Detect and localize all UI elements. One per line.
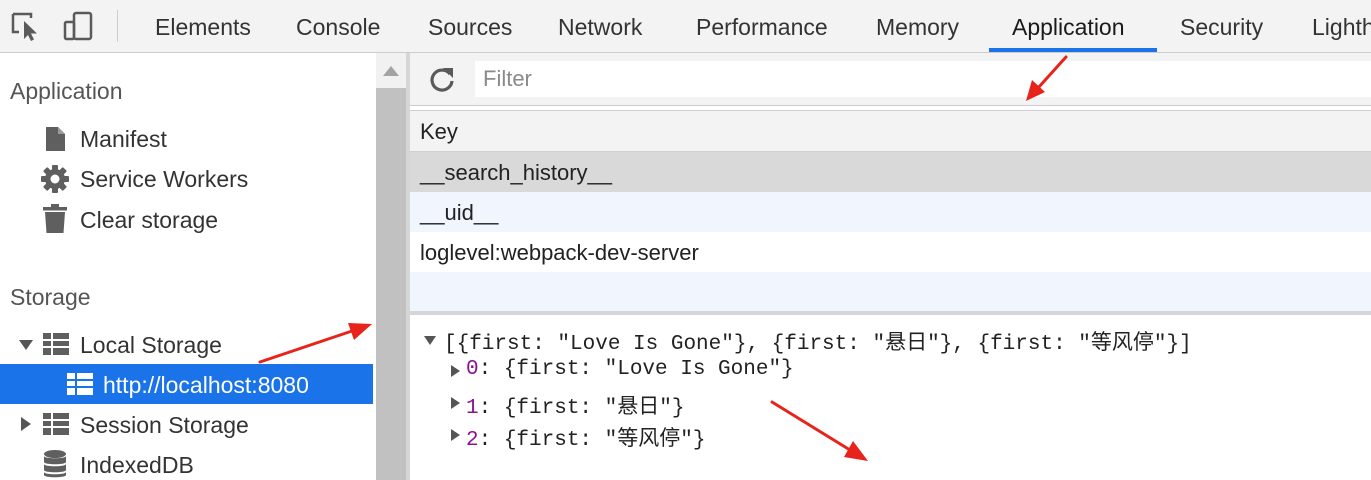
tab-application[interactable]: Application [1012, 0, 1125, 52]
entry-index: 1 [466, 397, 479, 420]
expand-arrow-icon[interactable] [451, 397, 460, 409]
table-empty-row [410, 272, 1371, 312]
entry-index: 0 [466, 358, 479, 381]
expand-arrow-icon[interactable] [451, 429, 460, 441]
active-tab-indicator [989, 48, 1157, 52]
section-title-application: Application [10, 78, 123, 104]
database-icon [44, 450, 66, 478]
devtools-toolbar: Elements Console Sources Network Perform… [0, 0, 1371, 53]
application-sidebar: Application Manifest Service Workers Cle… [0, 53, 376, 480]
storage-key-table: Key __search_history__ __uid__ loglevel:… [410, 110, 1371, 312]
sidebar-item-label: http://localhost:8080 [103, 372, 309, 398]
tab-console[interactable]: Console [296, 0, 380, 52]
file-icon [46, 127, 65, 151]
preview-entry[interactable]: 2: {first: "等风停"} [466, 422, 705, 452]
scrollbar-thumb[interactable] [376, 88, 406, 480]
sidebar-item-manifest[interactable]: Manifest [0, 118, 373, 158]
tab-lighthouse[interactable]: Lighth [1312, 0, 1371, 52]
table-row[interactable]: loglevel:webpack-dev-server [410, 232, 1371, 272]
sidebar-item-label: IndexedDB [80, 452, 194, 478]
gear-icon [41, 165, 69, 193]
storage-toolbar [410, 53, 1371, 106]
entry-index: 2 [466, 429, 479, 452]
refresh-icon[interactable] [428, 65, 456, 93]
tab-network[interactable]: Network [558, 0, 642, 52]
cursor-select-icon[interactable] [10, 10, 44, 42]
sidebar-item-local-storage[interactable]: Local Storage [0, 324, 373, 364]
table-cell-key: __uid__ [420, 200, 499, 225]
sidebar-item-localhost-8080[interactable]: http://localhost:8080 [0, 364, 373, 404]
preview-entry[interactable]: 1: {first: "悬日"} [466, 390, 684, 420]
table-row[interactable]: __uid__ [410, 192, 1371, 232]
column-header-key[interactable]: Key [410, 111, 1371, 152]
scroll-up-arrow-icon[interactable] [383, 66, 399, 76]
tab-performance[interactable]: Performance [696, 0, 828, 52]
preview-summary[interactable]: [{first: "Love Is Gone"}, {first: "悬日"},… [444, 326, 1192, 356]
sidebar-item-label: Session Storage [80, 412, 249, 438]
trash-icon [43, 204, 67, 233]
value-preview: [{first: "Love Is Gone"}, {first: "悬日"},… [410, 315, 1371, 480]
sidebar-item-session-storage[interactable]: Session Storage [0, 404, 373, 444]
sidebar-item-label: Clear storage [80, 207, 219, 233]
tab-memory[interactable]: Memory [876, 0, 959, 52]
entry-value: : {first: "悬日"} [478, 397, 685, 420]
filter-input[interactable] [475, 61, 1371, 97]
sidebar-item-label: Manifest [80, 126, 167, 152]
sidebar-item-service-workers[interactable]: Service Workers [0, 158, 373, 198]
sidebar-item-clear-storage[interactable]: Clear storage [0, 199, 373, 239]
tab-sources[interactable]: Sources [428, 0, 512, 52]
sidebar-item-label: Service Workers [80, 166, 249, 192]
tab-elements[interactable]: Elements [155, 0, 251, 52]
sidebar-scrollbar[interactable] [376, 53, 406, 480]
entry-value: : {first: "等风停"} [478, 429, 706, 452]
preview-entry[interactable]: 0: {first: "Love Is Gone"} [466, 358, 794, 381]
collapse-arrow-icon[interactable] [424, 336, 436, 345]
section-title-storage: Storage [10, 284, 91, 310]
grid-icon [67, 373, 93, 395]
table-cell-key: loglevel:webpack-dev-server [420, 240, 699, 265]
grid-icon [43, 333, 69, 355]
table-row[interactable]: __search_history__ [410, 152, 1371, 192]
entry-value: : {first: "Love Is Gone"} [478, 358, 794, 381]
table-cell-key: __search_history__ [420, 160, 613, 185]
expand-arrow-icon[interactable] [451, 365, 460, 377]
sidebar-item-indexeddb[interactable]: IndexedDB [0, 444, 373, 480]
toolbar-separator [117, 10, 118, 42]
sidebar-item-label: Local Storage [80, 332, 222, 358]
column-header-label: Key [420, 119, 458, 144]
device-toolbar-icon[interactable] [62, 10, 96, 42]
tab-security[interactable]: Security [1180, 0, 1263, 52]
expand-arrow-down-icon[interactable] [19, 340, 33, 350]
expand-arrow-right-icon[interactable] [21, 417, 31, 431]
grid-icon [43, 413, 69, 435]
